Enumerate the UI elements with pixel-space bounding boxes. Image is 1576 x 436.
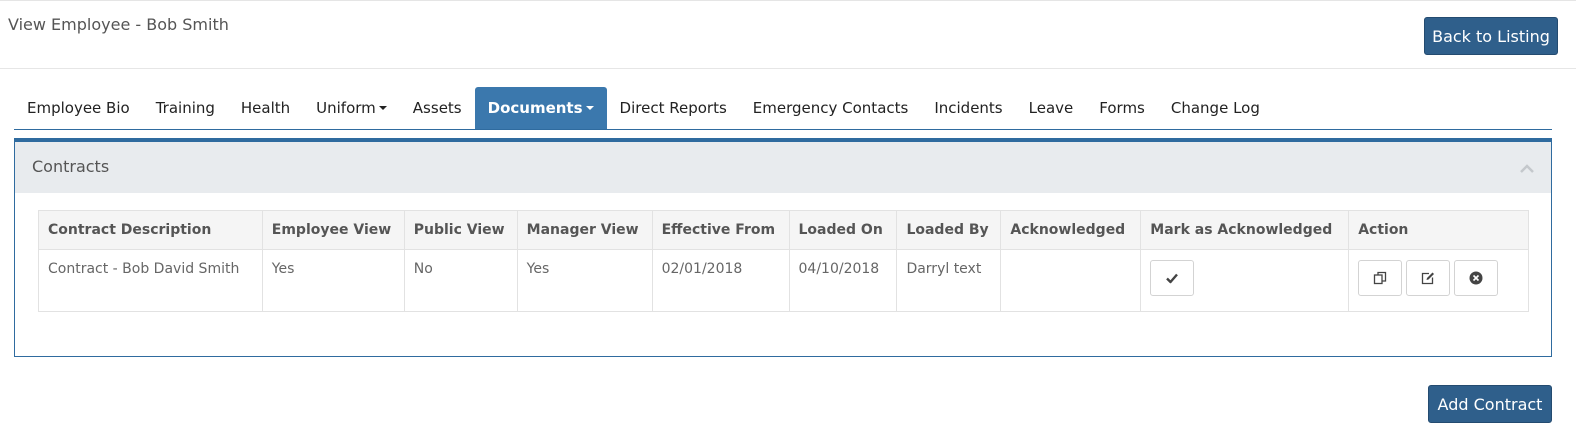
contracts-table: Contract Description Employee View Publi… <box>38 210 1529 312</box>
add-contract-button[interactable]: Add Contract <box>1428 385 1552 423</box>
table-header-row: Contract Description Employee View Publi… <box>38 210 1529 250</box>
cell-loaded-by: Darryl text <box>896 249 1002 312</box>
cell-loaded-on: 04/10/2018 <box>788 249 898 312</box>
column-header[interactable]: Effective From <box>651 210 790 250</box>
table-row: Contract - Bob David Smith Yes No Yes 02… <box>38 249 1529 312</box>
tab-employee-bio[interactable]: Employee Bio <box>14 87 143 129</box>
tab-change-log[interactable]: Change Log <box>1158 87 1273 129</box>
tab-documents[interactable]: Documents <box>474 87 607 129</box>
delete-button[interactable] <box>1454 260 1499 296</box>
cell-actions <box>1348 249 1529 312</box>
tab-leave[interactable]: Leave <box>1016 87 1087 129</box>
caret-down-icon <box>585 106 594 110</box>
column-header[interactable]: Contract Description <box>38 210 263 250</box>
close-circle-icon <box>1469 271 1483 285</box>
tab-training[interactable]: Training <box>143 87 228 129</box>
tab-emergency-contacts[interactable]: Emergency Contacts <box>740 87 922 129</box>
copy-button[interactable] <box>1358 260 1403 296</box>
panel-title: Contracts <box>32 157 110 176</box>
tab-direct-reports[interactable]: Direct Reports <box>607 87 740 129</box>
edit-icon <box>1422 272 1435 285</box>
header-divider <box>0 68 1576 69</box>
copy-icon <box>1374 271 1387 285</box>
contracts-panel: Contracts Contract Description Employee … <box>14 138 1552 357</box>
cell-mark-acknowledged <box>1140 249 1350 312</box>
chevron-up-icon[interactable] <box>1519 162 1535 174</box>
column-header[interactable]: Loaded By <box>896 210 1002 250</box>
top-divider <box>0 0 1576 1</box>
cell-effective-from: 02/01/2018 <box>651 249 790 312</box>
column-header[interactable]: Public View <box>403 210 518 250</box>
tab-health[interactable]: Health <box>228 87 303 129</box>
column-header[interactable]: Manager View <box>516 210 653 250</box>
column-header[interactable]: Action <box>1348 210 1529 250</box>
check-icon <box>1166 273 1179 284</box>
cell-employee-view: Yes <box>261 249 405 312</box>
employee-tabs: Employee Bio Training Health Uniform Ass… <box>14 87 1552 130</box>
column-header[interactable]: Loaded On <box>788 210 898 250</box>
back-to-listing-button[interactable]: Back to Listing <box>1424 17 1558 55</box>
page-title: View Employee - Bob Smith <box>8 15 229 34</box>
cell-acknowledged <box>1000 249 1142 312</box>
tab-incidents[interactable]: Incidents <box>921 87 1015 129</box>
cell-contract-description: Contract - Bob David Smith <box>38 249 263 312</box>
cell-public-view: No <box>403 249 518 312</box>
column-header[interactable]: Mark as Acknowledged <box>1140 210 1350 250</box>
contracts-panel-header[interactable]: Contracts <box>15 142 1551 193</box>
tab-uniform[interactable]: Uniform <box>303 87 400 129</box>
column-header[interactable]: Employee View <box>261 210 405 250</box>
view-employee-page: View Employee - Bob Smith Back to Listin… <box>0 0 1576 436</box>
tab-assets[interactable]: Assets <box>400 87 475 129</box>
mark-acknowledged-button[interactable] <box>1150 260 1195 296</box>
column-header[interactable]: Acknowledged <box>1000 210 1142 250</box>
caret-down-icon <box>378 106 387 110</box>
edit-button[interactable] <box>1406 260 1451 296</box>
cell-manager-view: Yes <box>516 249 653 312</box>
tab-forms[interactable]: Forms <box>1086 87 1158 129</box>
